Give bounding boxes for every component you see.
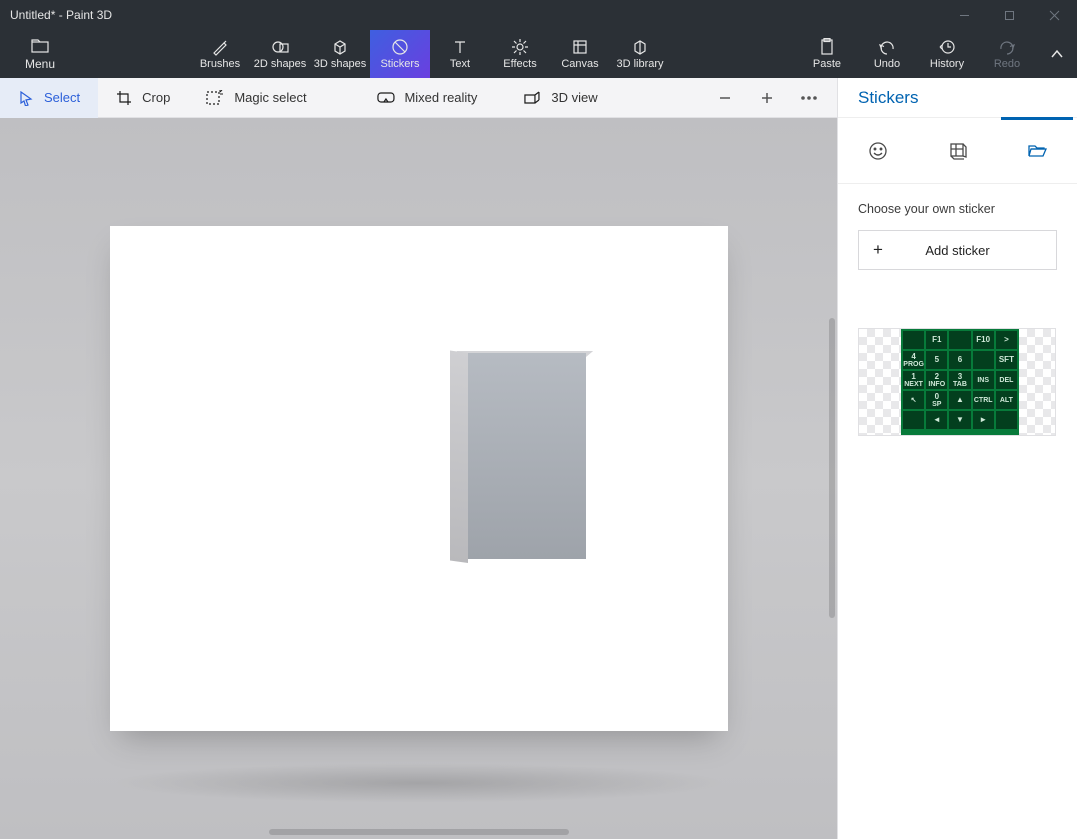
3d-view-label: 3D view <box>551 90 597 105</box>
texture-icon <box>948 141 968 161</box>
stickers-icon <box>390 38 410 56</box>
history-button[interactable]: History <box>917 30 977 78</box>
3d-object-side <box>450 350 468 563</box>
menu-label: Menu <box>25 57 55 71</box>
workspace[interactable] <box>0 118 837 839</box>
custom-sticker-thumbnail[interactable]: F1F10>4PROG56SFT1NEXT2INFO3TABINSDEL↖0SP… <box>858 328 1056 436</box>
tool-effects-label: Effects <box>503 58 536 70</box>
tool-3d-shapes[interactable]: 3D shapes <box>310 30 370 78</box>
horizontal-scrollbar[interactable] <box>269 829 569 835</box>
redo-label: Redo <box>994 58 1020 70</box>
tab-sticker-textures[interactable] <box>918 118 998 183</box>
panel-tabs <box>838 118 1077 184</box>
sticker-preview-image: F1F10>4PROG56SFT1NEXT2INFO3TABINSDEL↖0SP… <box>901 329 1019 436</box>
add-sticker-label: Add sticker <box>925 243 989 258</box>
3d-view-icon <box>523 91 541 105</box>
canvas-icon <box>570 38 590 56</box>
tool-2d-label: 2D shapes <box>254 58 307 70</box>
tool-canvas-label: Canvas <box>561 58 598 70</box>
zoom-out-button[interactable] <box>707 80 743 116</box>
window-title: Untitled* - Paint 3D <box>10 8 112 22</box>
tool-canvas[interactable]: Canvas <box>550 30 610 78</box>
select-label: Select <box>44 90 80 105</box>
tool-3d-library-label: 3D library <box>616 58 663 70</box>
window-maximize-button[interactable] <box>987 0 1032 30</box>
3d-object[interactable] <box>450 353 590 563</box>
choose-sticker-label: Choose your own sticker <box>858 202 1057 216</box>
panel-body: Choose your own sticker + Add sticker <box>838 184 1077 288</box>
shapes-3d-icon <box>330 38 350 56</box>
folder-icon <box>30 37 50 55</box>
library-3d-icon <box>630 38 650 56</box>
redo-icon <box>997 38 1017 56</box>
paste-label: Paste <box>813 58 841 70</box>
tab-sticker-custom[interactable] <box>997 118 1077 183</box>
more-options-button[interactable] <box>791 80 827 116</box>
tool-2d-shapes[interactable]: 2D shapes <box>250 30 310 78</box>
brush-icon <box>210 38 230 56</box>
tool-brushes-label: Brushes <box>200 58 240 70</box>
tool-stickers[interactable]: Stickers <box>370 30 430 78</box>
tool-effects[interactable]: Effects <box>490 30 550 78</box>
tool-text[interactable]: Text <box>430 30 490 78</box>
mixed-reality-label: Mixed reality <box>404 90 477 105</box>
effects-icon <box>510 38 530 56</box>
ellipsis-icon <box>801 95 817 101</box>
shapes-2d-icon <box>270 38 290 56</box>
menu-button[interactable]: Menu <box>0 30 80 78</box>
select-tool[interactable]: Select <box>0 78 98 118</box>
magic-select-icon <box>206 90 224 106</box>
mixed-reality-button[interactable]: Mixed reality <box>358 78 495 118</box>
magic-select-label: Magic select <box>234 90 306 105</box>
plus-icon <box>760 91 774 105</box>
magic-select-tool[interactable]: Magic select <box>188 78 324 118</box>
plus-icon: + <box>873 240 883 260</box>
undo-label: Undo <box>874 58 900 70</box>
paste-button[interactable]: Paste <box>797 30 857 78</box>
title-bar: Untitled* - Paint 3D <box>0 0 1077 30</box>
history-label: History <box>930 58 964 70</box>
minus-icon <box>718 91 732 105</box>
paste-icon <box>817 38 837 56</box>
zoom-in-button[interactable] <box>749 80 785 116</box>
3d-view-button[interactable]: 3D view <box>505 78 615 118</box>
vertical-scrollbar[interactable] <box>829 318 835 618</box>
sticker-thumbnails: F1F10>4PROG56SFT1NEXT2INFO3TABINSDEL↖0SP… <box>858 328 1057 436</box>
tool-text-label: Text <box>450 58 470 70</box>
cursor-icon <box>18 90 34 106</box>
crop-icon <box>116 90 132 106</box>
tool-3d-library[interactable]: 3D library <box>610 30 670 78</box>
3d-object-front <box>468 353 586 559</box>
canvas-shadow <box>109 763 729 803</box>
ribbon: Menu Brushes 2D shapes 3D shapes Sticker… <box>0 30 1077 78</box>
tool-stickers-label: Stickers <box>380 58 419 70</box>
window-minimize-button[interactable] <box>942 0 987 30</box>
window-close-button[interactable] <box>1032 0 1077 30</box>
canvas[interactable] <box>110 226 728 731</box>
crop-tool[interactable]: Crop <box>98 78 188 118</box>
open-folder-icon <box>1027 143 1047 159</box>
collapse-ribbon-button[interactable] <box>1037 30 1077 78</box>
tool-3d-label: 3D shapes <box>314 58 367 70</box>
redo-button[interactable]: Redo <box>977 30 1037 78</box>
undo-button[interactable]: Undo <box>857 30 917 78</box>
tool-brushes[interactable]: Brushes <box>190 30 250 78</box>
mixed-reality-icon <box>376 91 394 105</box>
history-icon <box>937 38 957 56</box>
smiley-icon <box>868 141 888 161</box>
side-panel: Stickers Choose your own sticker + Add s… <box>837 78 1077 839</box>
chevron-up-icon <box>1050 47 1064 61</box>
add-sticker-button[interactable]: + Add sticker <box>858 230 1057 270</box>
undo-icon <box>877 38 897 56</box>
crop-label: Crop <box>142 90 170 105</box>
tab-sticker-shapes[interactable] <box>838 118 918 183</box>
panel-title: Stickers <box>838 78 1077 118</box>
text-icon <box>450 38 470 56</box>
